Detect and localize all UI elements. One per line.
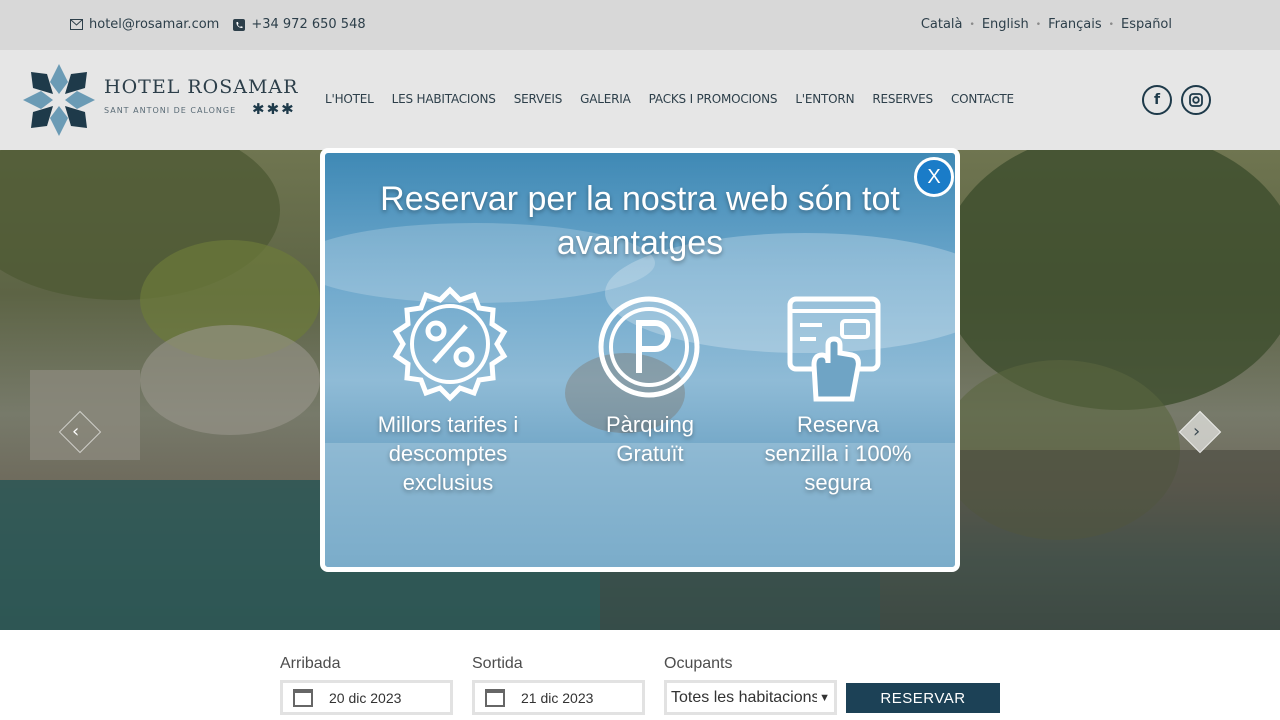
facebook-icon[interactable]: f	[1142, 85, 1172, 115]
email-link[interactable]: hotel@rosamar.com	[70, 17, 219, 32]
popup-close-button[interactable]: X	[914, 157, 954, 197]
contact-info: hotel@rosamar.com +34 972 650 548	[70, 17, 366, 32]
lang-separator: •	[1035, 19, 1042, 30]
nav-item-reserves[interactable]: RESERVES	[872, 92, 933, 106]
departure-date-value: 21 dic 2023	[521, 689, 594, 706]
online-booking-icon	[787, 296, 881, 402]
top-bar: hotel@rosamar.com +34 972 650 548 Català…	[0, 0, 1280, 50]
nav-item-serveis[interactable]: SERVEIS	[514, 92, 563, 106]
lang-english[interactable]: English	[982, 17, 1029, 32]
site-header: HOTEL ROSAMAR SANT ANTONI DE CALONGE ✱✱✱…	[0, 50, 1280, 150]
instagram-icon[interactable]	[1181, 85, 1211, 115]
booking-bar: Arribada 20 dic 2023 Sortida 21 dic 2023…	[0, 630, 1280, 720]
departure-label: Sortida	[472, 655, 523, 672]
lang-espanol[interactable]: Español	[1121, 17, 1172, 32]
occupants-value: Totes les habitacions	[671, 688, 820, 706]
flower-logo-icon	[23, 64, 95, 136]
popup-title: Reservar per la nostra web són tot avant…	[380, 180, 900, 262]
occupants-label: Ocupants	[664, 655, 733, 672]
feature-best-rates: Millors tarifes i descomptes exclusius	[377, 412, 519, 495]
nav-item-habitacions[interactable]: LES HABITACIONS	[392, 92, 496, 106]
departure-date-field[interactable]: 21 dic 2023	[472, 680, 645, 715]
lang-catala[interactable]: Català	[921, 17, 963, 32]
nav-item-hotel[interactable]: L'HOTEL	[325, 92, 374, 106]
logo-stars: ✱✱✱	[252, 100, 296, 118]
main-nav: L'HOTEL LES HABITACIONS SERVEIS GALERIA …	[325, 92, 1014, 106]
logo-subtitle: SANT ANTONI DE CALONGE	[104, 106, 237, 115]
close-icon: X	[927, 165, 941, 188]
calendar-icon	[485, 688, 505, 707]
hotel-logo[interactable]: HOTEL ROSAMAR SANT ANTONI DE CALONGE ✱✱✱	[20, 62, 310, 138]
feature-free-parking: Pàrquing Gratuït	[605, 412, 695, 466]
arrival-label: Arribada	[280, 655, 341, 672]
nav-item-galeria[interactable]: GALERIA	[580, 92, 631, 106]
phone-text: +34 972 650 548	[251, 17, 366, 32]
logo-name: HOTEL ROSAMAR	[104, 76, 299, 98]
chevron-right-icon: ›	[1193, 421, 1201, 442]
nav-item-entorn[interactable]: L'ENTORN	[795, 92, 854, 106]
chevron-left-icon: ‹	[72, 421, 80, 442]
lang-separator: •	[969, 19, 975, 30]
lang-francais[interactable]: Français	[1048, 17, 1102, 32]
feature-secure-booking: Reserva senzilla i 100% segura	[764, 412, 912, 495]
language-selector: Català • English • Français • Español	[921, 17, 1172, 32]
arrival-date-field[interactable]: 20 dic 2023	[280, 680, 453, 715]
parking-icon	[598, 296, 700, 398]
phone-icon	[233, 18, 246, 31]
promo-popup: Reservar per la nostra web són tot avant…	[320, 148, 960, 572]
social-links: f	[1142, 85, 1211, 115]
envelope-icon	[70, 19, 83, 30]
discount-badge-icon	[392, 286, 508, 402]
phone-link[interactable]: +34 972 650 548	[233, 17, 366, 32]
arrival-date-value: 20 dic 2023	[329, 689, 402, 706]
lang-separator: •	[1108, 19, 1114, 30]
occupants-select[interactable]: Totes les habitacions ▼	[664, 680, 837, 715]
calendar-icon	[293, 688, 313, 707]
reserve-button[interactable]: RESERVAR	[846, 683, 1000, 713]
email-text: hotel@rosamar.com	[89, 17, 220, 32]
nav-item-packs[interactable]: PACKS I PROMOCIONS	[649, 92, 778, 106]
nav-item-contacte[interactable]: CONTACTE	[951, 92, 1014, 106]
chevron-down-icon: ▼	[817, 691, 830, 704]
